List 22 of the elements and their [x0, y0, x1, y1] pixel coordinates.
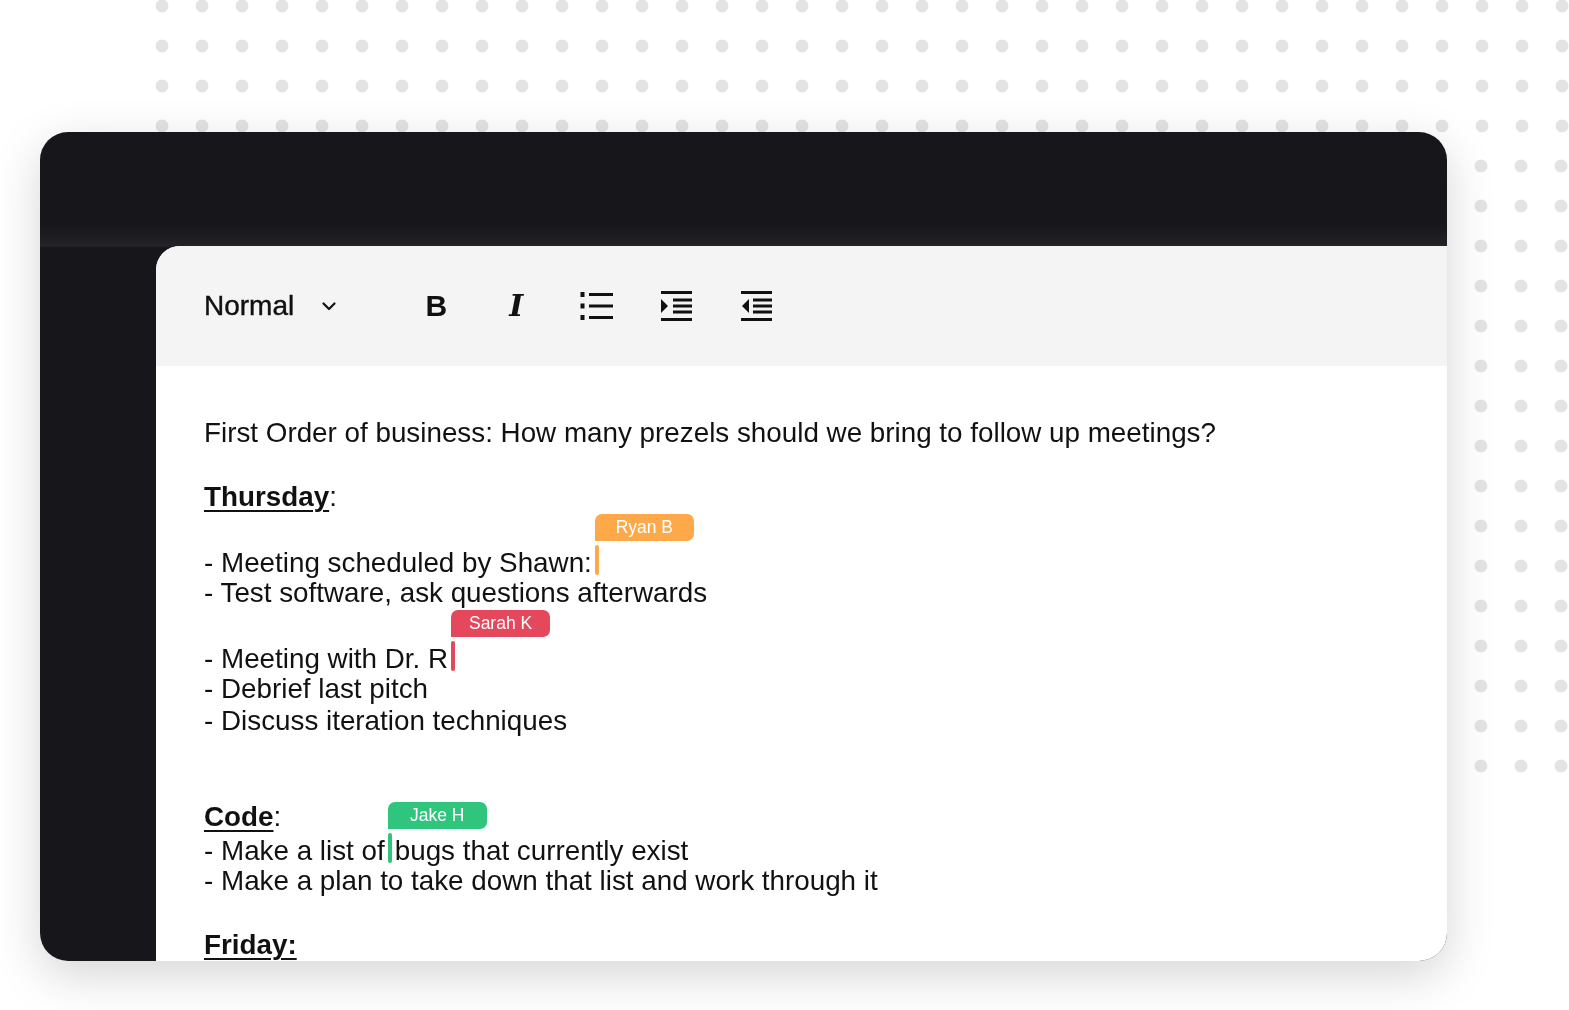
text-line: - Discuss iteration techniques: [204, 706, 568, 736]
heading-line: Friday:: [204, 930, 297, 960]
user-name-tag: Jake H: [387, 802, 487, 829]
chevron-down-icon: [322, 301, 337, 311]
italic-button[interactable]: I: [496, 286, 537, 326]
outdent-icon: [740, 291, 772, 321]
text-line: - Debrief last pitch: [204, 674, 428, 704]
text-line: - Meeting scheduled by Shawn:: [204, 548, 592, 578]
text-line: - Meeting with Dr. R: [204, 644, 449, 674]
user-name-tag: Sarah K: [451, 610, 551, 637]
text-line: - Make a plan to take down that list and work through it: [204, 866, 878, 896]
heading-line: Thursday:: [204, 482, 337, 512]
user-name-tag: Ryan B: [594, 514, 694, 541]
indent-icon: [660, 291, 692, 321]
text-line: bugs that currently exist: [394, 836, 689, 866]
heading-line: Code:: [204, 802, 282, 832]
text-line: - Test software, ask questions afterwards: [204, 578, 708, 608]
bold-button[interactable]: B: [416, 286, 457, 326]
list-icon: [579, 292, 613, 320]
style-dropdown[interactable]: Normal: [204, 289, 337, 323]
text-line: First Order of business: How many prezels should we bring to follow up meetings?: [204, 418, 1216, 448]
text-line: - Make a list of: [204, 836, 385, 866]
